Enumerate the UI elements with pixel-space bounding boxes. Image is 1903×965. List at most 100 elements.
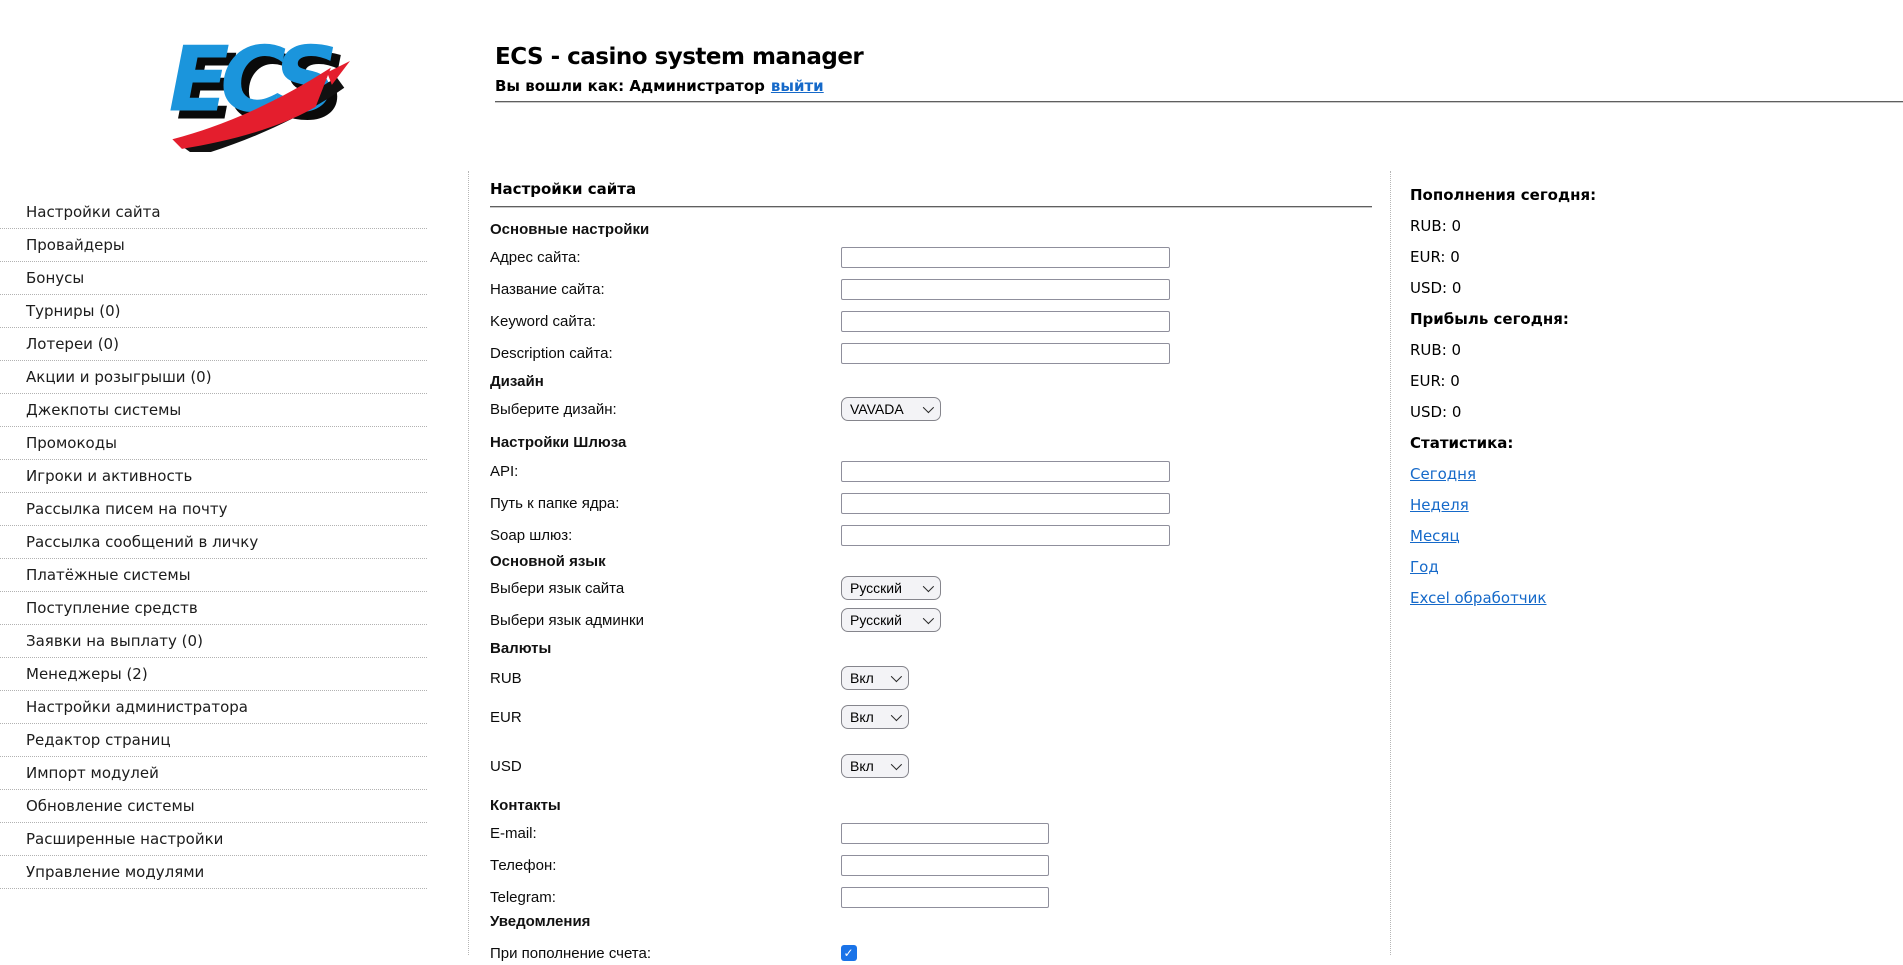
- field-label: Telegram:: [490, 888, 556, 906]
- form-row: EUR Вкл: [490, 705, 909, 729]
- stat-label: USD:: [1410, 403, 1448, 421]
- site-language-select[interactable]: Русский: [841, 576, 941, 600]
- api-input[interactable]: [841, 460, 1170, 482]
- chevron-down-icon: [890, 758, 903, 771]
- ecs-logo-image: ECS ECS: [169, 29, 351, 157]
- eur-select-value: Вкл: [850, 709, 874, 725]
- stat-deposits-usd: USD: 0: [1410, 273, 1880, 304]
- heading-general-settings: Основные настройки: [490, 221, 650, 238]
- field-label: При пополнение счета:: [490, 944, 652, 962]
- design-select[interactable]: VAVADA: [841, 397, 941, 421]
- sidebar-item-providers[interactable]: Провайдеры: [0, 229, 427, 262]
- sidebar-item-admin-settings[interactable]: Настройки администратора: [0, 691, 427, 724]
- phone-input[interactable]: [841, 854, 1049, 876]
- sidebar-item-promocodes[interactable]: Промокоды: [0, 427, 427, 460]
- sidebar-item-site-settings[interactable]: Настройки сайта: [0, 196, 427, 229]
- sidebar-item-payout-requests[interactable]: Заявки на выплату (0): [0, 625, 427, 658]
- section-divider: [490, 206, 1372, 208]
- field-label: Выбери язык сайта: [490, 579, 625, 597]
- field-label: Выберите дизайн:: [490, 400, 617, 418]
- eur-select[interactable]: Вкл: [841, 705, 909, 729]
- form-row: Soap шлюз:: [490, 523, 1170, 547]
- site-name-input[interactable]: [841, 278, 1170, 300]
- form-row: Telegram:: [490, 885, 1049, 909]
- field-label: Телефон:: [490, 856, 557, 874]
- stat-label: RUB:: [1410, 341, 1447, 359]
- admin-language-select[interactable]: Русский: [841, 608, 941, 632]
- heading-design: Дизайн: [490, 373, 544, 390]
- sidebar-item-page-editor[interactable]: Редактор страниц: [0, 724, 427, 757]
- form-row: Название сайта:: [490, 277, 1170, 301]
- field-label: Путь к папке ядра:: [490, 494, 620, 512]
- stats-link-week[interactable]: Неделя: [1410, 496, 1469, 514]
- stat-value: 0: [1450, 372, 1460, 390]
- stat-label: EUR:: [1410, 372, 1446, 390]
- section-title: Настройки сайта: [490, 180, 637, 198]
- sidebar-item-lotteries[interactable]: Лотереи (0): [0, 328, 427, 361]
- sidebar-item-promotions[interactable]: Акции и розыгрыши (0): [0, 361, 427, 394]
- login-status: Вы вошли как: Администратор выйти: [495, 77, 824, 95]
- usd-select[interactable]: Вкл: [841, 754, 909, 778]
- form-row: RUB Вкл: [490, 666, 909, 690]
- sidebar-item-deposits[interactable]: Поступление средств: [0, 592, 427, 625]
- sidebar-item-tournaments[interactable]: Турниры (0): [0, 295, 427, 328]
- stat-value: 0: [1451, 403, 1462, 421]
- logout-link[interactable]: выйти: [771, 77, 824, 95]
- sidebar-item-managers[interactable]: Менеджеры (2): [0, 658, 427, 691]
- sidebar-item-system-update[interactable]: Обновление системы: [0, 790, 427, 823]
- login-status-text: Вы вошли как: Администратор: [495, 77, 765, 95]
- form-row: Телефон:: [490, 853, 1049, 877]
- stat-profit-eur: EUR: 0: [1410, 366, 1880, 397]
- sidebar-item-pm-broadcast[interactable]: Рассылка сообщений в личку: [0, 526, 427, 559]
- field-label: EUR: [490, 708, 522, 726]
- core-path-input[interactable]: [841, 492, 1170, 514]
- site-keyword-input[interactable]: [841, 310, 1170, 332]
- chevron-down-icon: [890, 670, 903, 683]
- site-description-input[interactable]: [841, 342, 1170, 364]
- stats-panel: Пополнения сегодня: RUB: 0 EUR: 0 USD: 0…: [1410, 180, 1880, 614]
- sidebar-item-email-broadcast[interactable]: Рассылка писем на почту: [0, 493, 427, 526]
- email-input[interactable]: [841, 822, 1049, 844]
- stats-link-year[interactable]: Год: [1410, 558, 1439, 576]
- right-column-divider: [1390, 171, 1391, 955]
- sidebar-item-payment-systems[interactable]: Платёжные системы: [0, 559, 427, 592]
- design-select-value: VAVADA: [850, 401, 904, 417]
- sidebar-item-bonuses[interactable]: Бонусы: [0, 262, 427, 295]
- telegram-input[interactable]: [841, 886, 1049, 908]
- form-row: USD Вкл: [490, 754, 909, 778]
- field-label: Description сайта:: [490, 344, 613, 362]
- form-row: Адрес сайта:: [490, 245, 1170, 269]
- page-title: ECS - casino system manager: [495, 44, 864, 70]
- heading-notifications: Уведомления: [490, 913, 591, 930]
- rub-select[interactable]: Вкл: [841, 666, 909, 690]
- sidebar-item-players[interactable]: Игроки и активность: [0, 460, 427, 493]
- field-label: Keyword сайта:: [490, 312, 596, 330]
- stats-link-month[interactable]: Месяц: [1410, 527, 1460, 545]
- sidebar-item-module-import[interactable]: Импорт модулей: [0, 757, 427, 790]
- stats-link-today[interactable]: Сегодня: [1410, 465, 1476, 483]
- stat-value: 0: [1451, 279, 1462, 297]
- stats-link-excel[interactable]: Excel обработчик: [1410, 589, 1546, 607]
- field-label: USD: [490, 757, 522, 775]
- heading-currencies: Валюты: [490, 640, 552, 657]
- site-address-input[interactable]: [841, 246, 1170, 268]
- stat-value: 0: [1451, 217, 1462, 235]
- form-row: Путь к папке ядра:: [490, 491, 1170, 515]
- stat-label: USD:: [1410, 279, 1448, 297]
- sidebar-item-advanced-settings[interactable]: Расширенные настройки: [0, 823, 427, 856]
- sidebar-item-module-management[interactable]: Управление модулями: [0, 856, 427, 889]
- usd-select-value: Вкл: [850, 758, 874, 774]
- soap-gateway-input[interactable]: [841, 524, 1170, 546]
- field-label: RUB: [490, 669, 522, 687]
- stats-header-profit-today: Прибыль сегодня:: [1410, 310, 1569, 328]
- field-label: E-mail:: [490, 824, 537, 842]
- stat-profit-rub: RUB: 0: [1410, 335, 1880, 366]
- form-row: API:: [490, 459, 1170, 483]
- deposit-notification-checkbox[interactable]: [841, 945, 857, 961]
- stats-header-statistics: Статистика:: [1410, 434, 1514, 452]
- field-label: Soap шлюз:: [490, 526, 573, 544]
- field-label: API:: [490, 462, 519, 480]
- sidebar-item-jackpots[interactable]: Джекпоты системы: [0, 394, 427, 427]
- heading-main-language: Основной язык: [490, 553, 606, 570]
- heading-contacts: Контакты: [490, 797, 561, 814]
